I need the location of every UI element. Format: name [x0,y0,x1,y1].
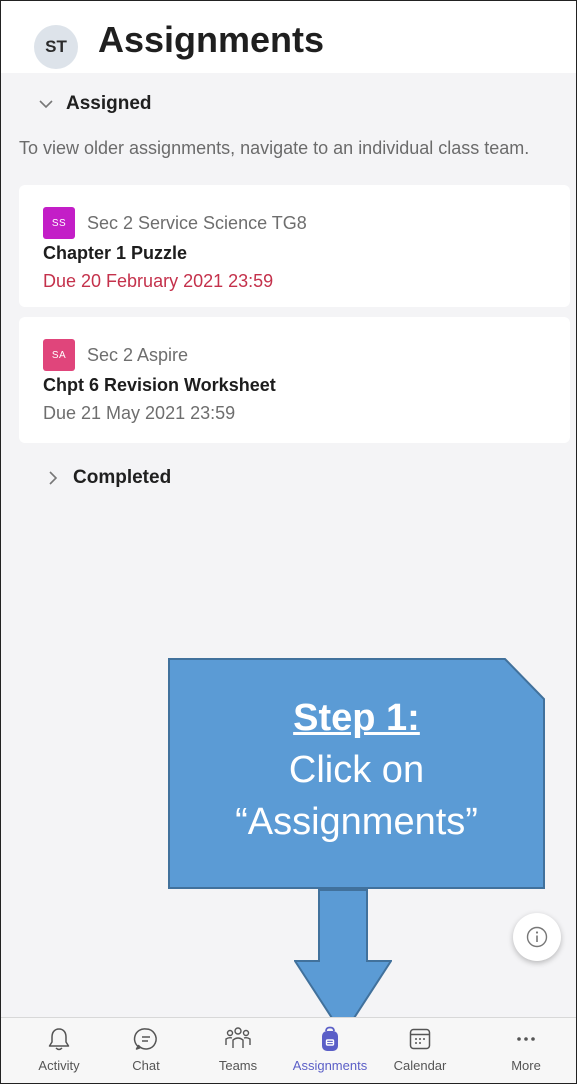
assignment-card[interactable]: SS Sec 2 Service Science TG8 Chapter 1 P… [19,185,570,307]
callout-line-1: Click on [288,749,425,791]
class-name: Sec 2 Service Science TG8 [87,212,307,233]
nav-label: Activity [38,1058,80,1073]
class-badge: SA [43,339,75,371]
nav-label: Chat [132,1058,160,1073]
assigned-section-toggle[interactable]: Assigned [38,93,152,115]
app-frame: ST Assignments Assigned To view older as… [0,0,577,1084]
calendar-icon [409,1028,431,1050]
due-date: Due 21 May 2021 23:59 [43,403,236,423]
nav-chat[interactable]: Chat [98,1026,194,1073]
header: ST Assignments [1,1,576,73]
callout-line-2: “Assignments” [235,801,478,843]
info-button[interactable] [513,913,561,961]
due-date: Due 20 February 2021 23:59 [43,271,274,291]
teams-icon [225,1027,251,1048]
info-icon [526,926,548,948]
nav-label: Assignments [292,1058,368,1073]
older-assignments-note: To view older assignments, navigate to a… [19,138,530,158]
class-row: SS Sec 2 Service Science TG8 [43,207,307,239]
assignment-title: Chapter 1 Puzzle [43,243,188,263]
nav-label: More [511,1058,541,1073]
bell-icon [48,1028,70,1051]
bottom-nav: Activity Chat Teams Assignments Calendar… [1,1017,576,1083]
nav-calendar[interactable]: Calendar [372,1026,468,1073]
page-title: Assignments [98,19,325,60]
assignment-card[interactable]: SA Sec 2 Aspire Chpt 6 Revision Workshee… [19,317,570,443]
assigned-label: Assigned [66,93,152,114]
more-icon [517,1037,535,1041]
class-name: Sec 2 Aspire [87,344,189,365]
backpack-icon [322,1026,338,1051]
avatar[interactable]: ST [34,25,78,69]
callout-text: Step 1: Click on “Assignments” [168,692,545,848]
nav-activity[interactable]: Activity [11,1026,107,1073]
completed-label: Completed [73,467,172,488]
nav-label: Teams [218,1058,258,1073]
assignment-title: Chpt 6 Revision Worksheet [43,375,276,395]
class-row: SA Sec 2 Aspire [43,339,188,371]
chat-icon [133,1028,157,1050]
completed-section-toggle[interactable]: Completed [45,467,171,489]
down-arrow-icon [294,889,392,1037]
nav-label: Calendar [393,1058,447,1073]
class-badge: SS [43,207,75,239]
step-callout: Step 1: Click on “Assignments” [168,658,545,889]
nav-teams[interactable]: Teams [190,1026,286,1073]
nav-more[interactable]: More [478,1026,574,1073]
nav-assignments[interactable]: Assignments [282,1026,378,1073]
chevron-right-icon [49,471,58,485]
chevron-down-icon [39,100,53,109]
callout-heading: Step 1: [293,697,420,739]
